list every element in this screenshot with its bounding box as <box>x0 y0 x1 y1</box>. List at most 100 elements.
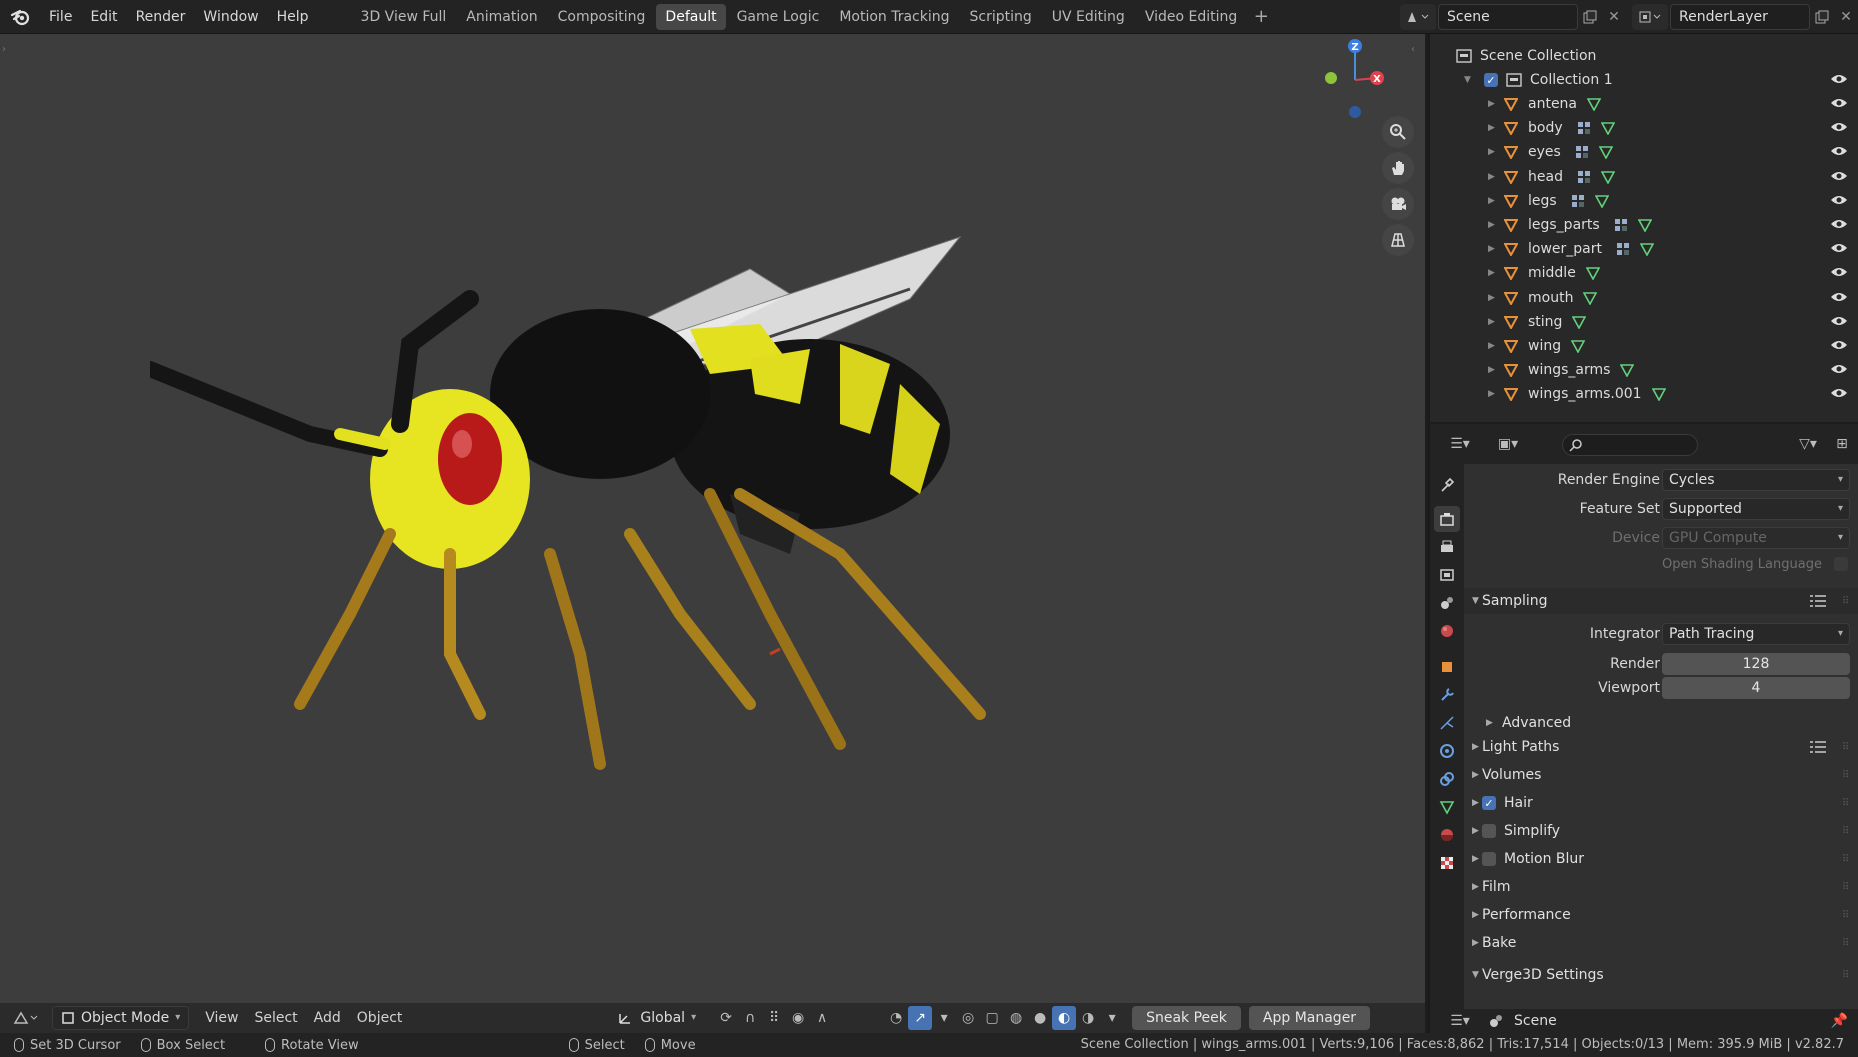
eye-icon[interactable] <box>1830 338 1848 352</box>
drag-handle-icon[interactable]: ⠿ <box>1842 798 1854 809</box>
tab-scripting[interactable]: Scripting <box>961 4 1041 30</box>
shading-dropdown-icon[interactable]: ▾ <box>1100 1006 1124 1030</box>
outliner-object-row[interactable]: ▶ eyes <box>1430 140 1858 164</box>
modifier-icon[interactable] <box>1614 218 1628 232</box>
viewport-menu-view[interactable]: View <box>197 1006 246 1030</box>
object-tab-icon[interactable] <box>1434 654 1460 680</box>
outliner-object-row[interactable]: ▶ antena <box>1430 92 1858 116</box>
solid-shading-icon[interactable]: ● <box>1028 1006 1052 1030</box>
mesh-data-icon[interactable] <box>1640 242 1654 257</box>
tab-compositing[interactable]: Compositing <box>549 4 655 30</box>
outliner-object-row[interactable]: ▶ wing <box>1430 334 1858 358</box>
proportional-edit-icon[interactable]: ◉ <box>786 1006 810 1030</box>
mesh-data-icon[interactable] <box>1620 363 1635 378</box>
render-samples-field[interactable]: 128 <box>1662 653 1850 675</box>
display-mode-icon[interactable]: ▣▾ <box>1488 432 1528 456</box>
remove-scene-icon[interactable]: ✕ <box>1602 4 1626 30</box>
drag-handle-icon[interactable]: ⠿ <box>1842 770 1854 781</box>
panel-hair[interactable]: ▶ ✓ Hair ⠿ <box>1464 790 1858 816</box>
outliner-object-row[interactable]: ▶ head <box>1430 165 1858 189</box>
viewport-menu-add[interactable]: Add <box>306 1006 349 1030</box>
presets-list-icon[interactable] <box>1810 740 1826 754</box>
world-tab-icon[interactable] <box>1434 618 1460 644</box>
tab-animation[interactable]: Animation <box>457 4 546 30</box>
mesh-data-icon[interactable] <box>1598 145 1613 160</box>
app-manager-button[interactable]: App Manager <box>1248 1006 1371 1030</box>
panel-simplify[interactable]: ▶ Simplify ⠿ <box>1464 818 1858 844</box>
editor-type-icon[interactable] <box>8 1006 44 1030</box>
mesh-data-icon[interactable] <box>1651 387 1666 402</box>
view-layer-tab-icon[interactable] <box>1434 562 1460 588</box>
mesh-data-icon[interactable] <box>1637 218 1652 232</box>
panel-film[interactable]: ▶ Film ⠿ <box>1464 874 1858 900</box>
3d-viewport[interactable]: › ‹ Z X <box>0 34 1425 1015</box>
eye-icon[interactable] <box>1830 193 1848 207</box>
modifier-icon[interactable] <box>1577 121 1591 135</box>
modifier-icon[interactable] <box>1616 242 1630 256</box>
expand-arrow-icon[interactable]: ▶ <box>1488 244 1498 254</box>
outliner-object-row[interactable]: ▶ sting <box>1430 310 1858 334</box>
material-shading-icon[interactable]: ◐ <box>1052 1006 1077 1030</box>
menu-window[interactable]: Window <box>194 4 267 30</box>
panel-enable-checkbox[interactable] <box>1482 852 1496 866</box>
menu-render[interactable]: Render <box>127 4 195 30</box>
panel-volumes[interactable]: ▶ Volumes ⠿ <box>1464 762 1858 788</box>
collection-row[interactable]: ▼ ✓ Collection 1 <box>1430 68 1858 92</box>
mesh-data-icon[interactable] <box>1583 291 1598 305</box>
outliner-object-row[interactable]: ▶ middle <box>1430 261 1858 285</box>
drag-handle-icon[interactable]: ⠿ <box>1842 938 1854 949</box>
verge3d-panel-header[interactable]: ▼ Verge3D Settings ⠿ <box>1464 962 1858 988</box>
mesh-data-icon[interactable] <box>1572 315 1587 329</box>
eye-icon[interactable] <box>1830 314 1848 328</box>
panel-performance[interactable]: ▶ Performance ⠿ <box>1464 902 1858 928</box>
modifier-tab-icon[interactable] <box>1434 682 1460 708</box>
filter-icon[interactable]: ▽▾ <box>1796 432 1820 456</box>
gizmo-dropdown-icon[interactable]: ▾ <box>932 1006 956 1030</box>
snap-magnet-icon[interactable]: ∩ <box>738 1006 762 1030</box>
expand-arrow-icon[interactable]: ▶ <box>1488 293 1498 303</box>
eye-icon[interactable] <box>1830 169 1848 183</box>
expand-arrow-icon[interactable]: ▶ <box>1488 196 1498 206</box>
pivot-icon[interactable]: ⟳ <box>714 1006 738 1030</box>
menu-file[interactable]: File <box>40 4 81 30</box>
expand-arrow-icon[interactable]: ▶ <box>1488 365 1498 375</box>
visibility-icon[interactable]: ◔ <box>884 1006 908 1030</box>
physics-tab-icon[interactable] <box>1434 738 1460 764</box>
sneak-peek-button[interactable]: Sneak Peek <box>1132 1006 1241 1030</box>
outliner-object-row[interactable]: ▶ legs <box>1430 189 1858 213</box>
tab-game-logic[interactable]: Game Logic <box>728 4 829 30</box>
properties-search-input[interactable] <box>1562 434 1698 456</box>
editor-type-icon[interactable]: ☰▾ <box>1440 1009 1480 1033</box>
collapse-arrow-icon[interactable]: ▼ <box>1464 75 1474 85</box>
output-tab-icon[interactable] <box>1434 534 1460 560</box>
eye-icon[interactable] <box>1830 96 1848 110</box>
tab-uv-editing[interactable]: UV Editing <box>1043 4 1134 30</box>
scene-name-field[interactable]: Scene <box>1438 4 1578 30</box>
new-scene-icon[interactable] <box>1578 4 1602 30</box>
drag-handle-icon[interactable]: ⠿ <box>1842 742 1854 753</box>
tab-default[interactable]: Default <box>656 3 726 30</box>
drag-handle-icon[interactable]: ⠿ <box>1842 970 1854 981</box>
render-tab-icon[interactable] <box>1434 506 1460 532</box>
new-view-layer-icon[interactable] <box>1810 4 1834 30</box>
eye-icon[interactable] <box>1830 120 1848 134</box>
render-engine-dropdown[interactable]: Cycles ▾ <box>1662 469 1850 491</box>
xray-icon[interactable]: ▢ <box>980 1006 1004 1030</box>
blender-logo-icon[interactable] <box>0 0 40 34</box>
viewport-menu-object[interactable]: Object <box>349 1006 411 1030</box>
expand-arrow-icon[interactable]: ▶ <box>1488 172 1498 182</box>
view-layer-name-field[interactable]: RenderLayer <box>1670 4 1810 30</box>
eye-icon[interactable] <box>1830 386 1848 400</box>
editor-type-icon[interactable]: ☰▾ <box>1440 432 1480 456</box>
orientation-dropdown[interactable]: Global ▾ <box>610 1006 704 1030</box>
mesh-data-icon[interactable] <box>1587 97 1602 111</box>
drag-handle-icon[interactable]: ⠿ <box>1842 596 1854 607</box>
new-window-icon[interactable]: ⊞ <box>1830 432 1854 456</box>
rendered-shading-icon[interactable]: ◑ <box>1076 1006 1100 1030</box>
outliner-object-row[interactable]: ▶ mouth <box>1430 286 1858 310</box>
snap-grid-icon[interactable]: ⠿ <box>762 1006 786 1030</box>
collection-enable-checkbox[interactable]: ✓ <box>1484 73 1498 87</box>
pin-icon[interactable]: 📌 <box>1831 1013 1848 1029</box>
falloff-icon[interactable]: ∧ <box>810 1006 834 1030</box>
outliner-object-row[interactable]: ▶ legs_parts <box>1430 213 1858 237</box>
